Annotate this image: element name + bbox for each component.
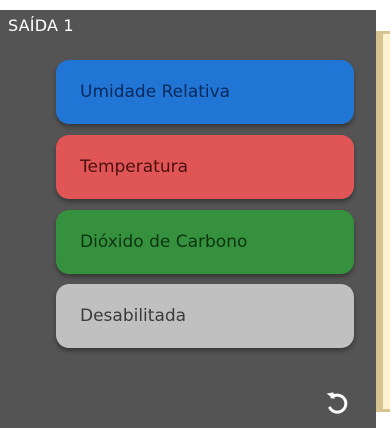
option-label: Umidade Relativa [80,82,231,102]
reset-button[interactable] [322,388,352,418]
output-panel: SAÍDA 1 Umidade Relativa Temperatura Dió… [0,10,376,428]
option-label: Desabilitada [80,306,187,326]
panel-title: SAÍDA 1 [8,16,74,35]
option-dioxido-de-carbono-button[interactable]: Dióxido de Carbono [56,210,354,274]
option-umidade-relativa-button[interactable]: Umidade Relativa [56,60,354,124]
adjacent-panel-content [383,34,390,409]
option-label: Dióxido de Carbono [80,232,248,252]
option-label: Temperatura [80,157,189,177]
reset-icon [326,392,348,414]
option-temperatura-button[interactable]: Temperatura [56,135,354,199]
option-desabilitada-button[interactable]: Desabilitada [56,284,354,348]
